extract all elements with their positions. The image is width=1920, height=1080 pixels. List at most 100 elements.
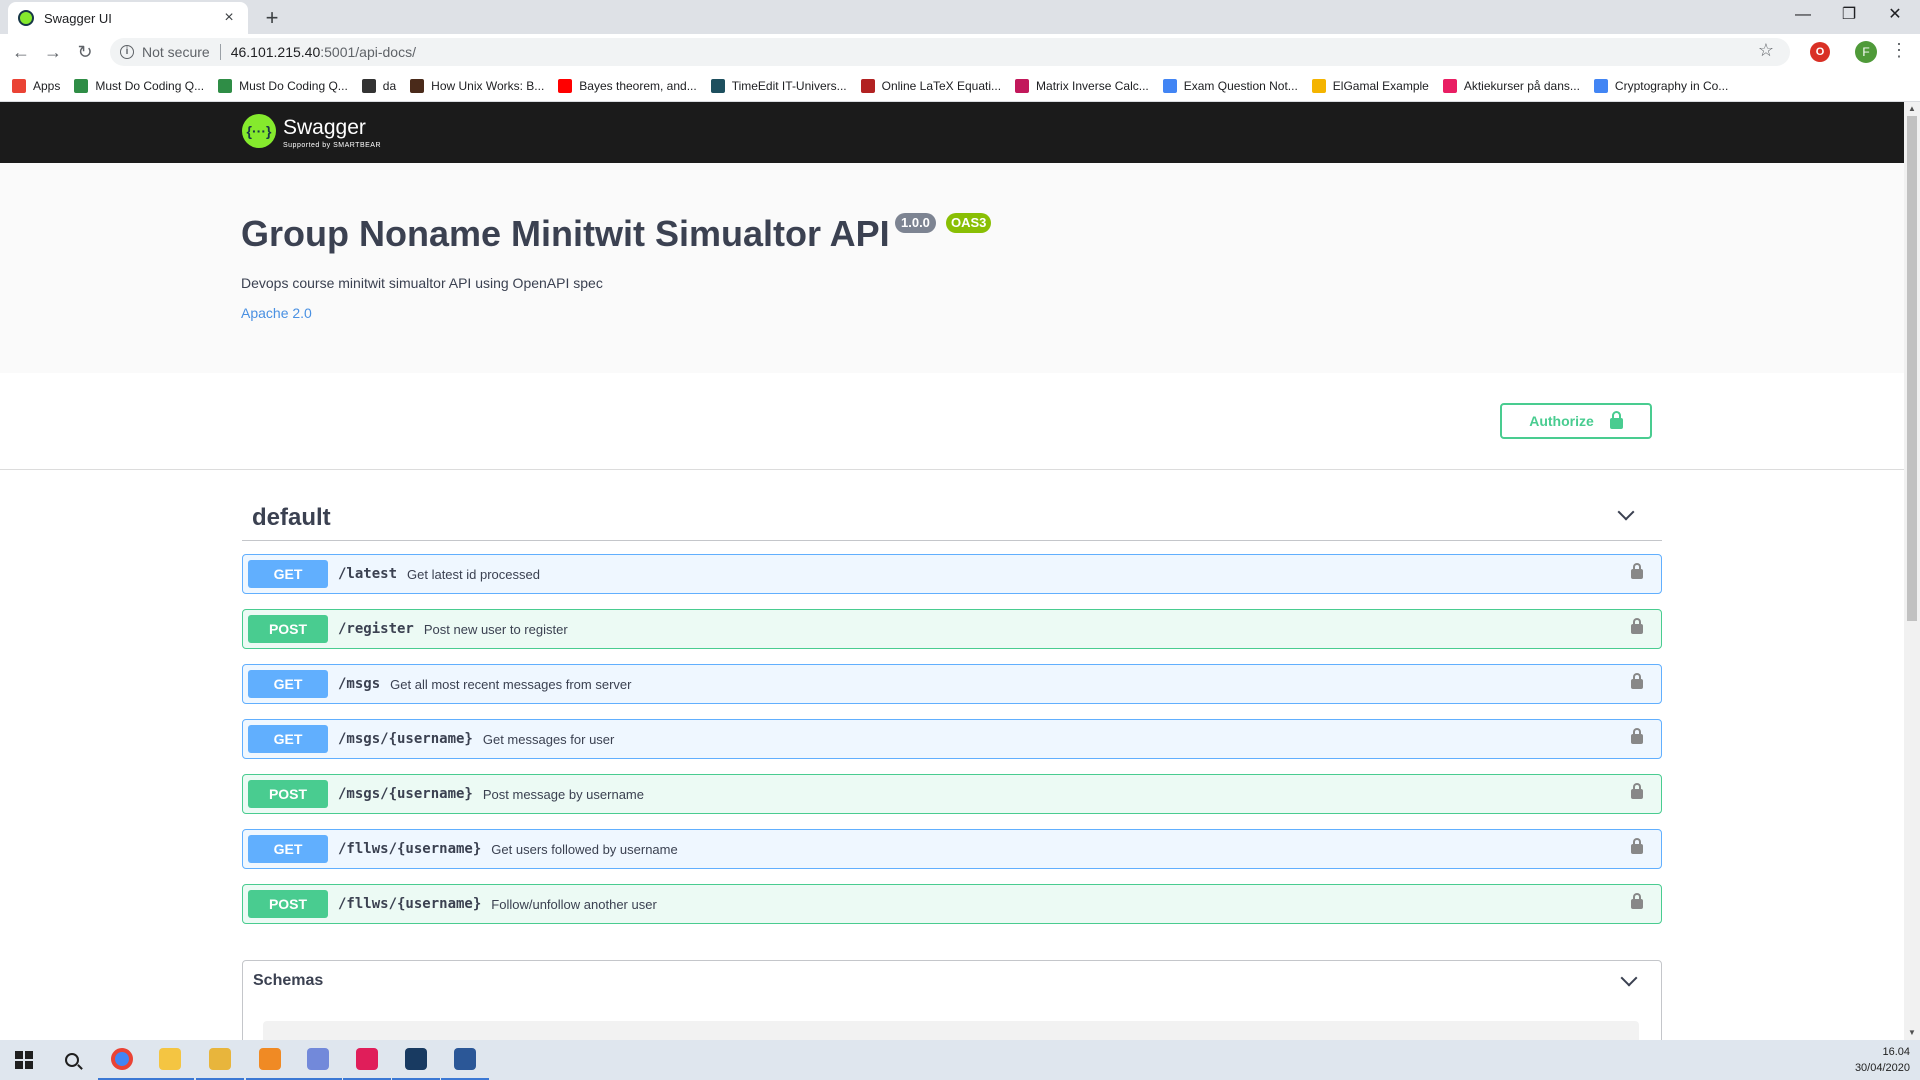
tag-name[interactable]: default xyxy=(252,504,331,532)
bookmark-item[interactable]: da xyxy=(361,78,396,93)
operation-post[interactable]: POST/fllws/{username} Follow/unfollow ano… xyxy=(242,884,1662,924)
lock-icon[interactable] xyxy=(1631,728,1643,744)
taskbar-discord[interactable] xyxy=(294,1040,342,1080)
taskbar-file-explorer[interactable] xyxy=(146,1040,194,1080)
url-host[interactable]: 46.101.215.40 xyxy=(231,44,321,60)
bookmark-label: Cryptography in Co... xyxy=(1614,78,1729,93)
divider xyxy=(219,44,221,60)
lock-icon[interactable] xyxy=(1631,893,1643,909)
apps-grid-icon xyxy=(12,78,26,93)
browser-tab[interactable]: Swagger UI × xyxy=(8,2,248,34)
browser-toolbar: ← → ↻ i Not secure 46.101.215.40 :5001/a… xyxy=(0,34,1920,70)
reload-button[interactable]: ↻ xyxy=(72,39,98,65)
swagger-brand[interactable]: Swagger xyxy=(283,116,366,140)
bookmark-star-icon[interactable]: ☆ xyxy=(1758,40,1774,61)
bookmark-item[interactable]: How Unix Works: B... xyxy=(410,78,545,93)
operation-get[interactable]: GET/fllws/{username} Get users followed b… xyxy=(242,829,1662,869)
chevron-down-icon[interactable] xyxy=(1620,969,1638,987)
schemas-title[interactable]: Schemas xyxy=(253,972,323,990)
scrollbar-thumb[interactable] xyxy=(1907,116,1917,621)
bookmark-item[interactable]: Must Do Coding Q... xyxy=(74,78,204,93)
bookmark-label: Exam Question Not... xyxy=(1183,78,1298,93)
method-badge: GET xyxy=(248,835,328,863)
bookmark-favicon-icon xyxy=(361,78,376,93)
taskbar-editor[interactable] xyxy=(441,1040,489,1080)
bookmark-item[interactable]: Matrix Inverse Calc... xyxy=(1015,78,1149,93)
bookmark-label: Apps xyxy=(33,78,61,93)
bookmark-favicon-icon xyxy=(558,78,573,93)
scroll-down-icon[interactable]: ▼ xyxy=(1908,1028,1916,1037)
bookmark-favicon-icon xyxy=(1015,78,1030,93)
schemas-section[interactable]: Schemas xyxy=(242,960,1662,1051)
virtualbox-icon xyxy=(405,1048,427,1070)
new-tab-button[interactable]: + xyxy=(258,4,286,32)
address-bar[interactable]: i Not secure 46.101.215.40 :5001/api-doc… xyxy=(110,38,1790,66)
bookmark-item[interactable]: ElGamal Example xyxy=(1311,78,1429,93)
method-badge: GET xyxy=(248,670,328,698)
operation-path: /register xyxy=(338,621,414,637)
system-clock[interactable]: 16.04 30/04/2020 xyxy=(1855,1044,1910,1076)
operation-summary: Get messages for user xyxy=(482,731,615,747)
browser-menu-icon[interactable]: ⋮ xyxy=(1890,40,1908,61)
bookmark-favicon-icon xyxy=(1442,78,1457,93)
bookmark-item[interactable]: Apps xyxy=(12,78,61,93)
taskbar-sourcetree[interactable] xyxy=(196,1040,244,1080)
license-link[interactable]: Apache 2.0 xyxy=(241,305,312,321)
taskbar-search-button[interactable] xyxy=(48,1040,96,1080)
tag-header-default[interactable]: default xyxy=(242,494,1662,541)
bookmark-item[interactable]: TimeEdit IT-Univers... xyxy=(710,78,847,93)
bookmark-item[interactable]: Aktiekurser på dans... xyxy=(1442,78,1580,93)
swagger-brand-sub: Supported by SMARTBEAR xyxy=(283,142,382,149)
bookmark-item[interactable]: Exam Question Not... xyxy=(1162,78,1298,93)
forward-button[interactable]: → xyxy=(40,39,66,65)
taskbar-virtualbox[interactable] xyxy=(392,1040,440,1080)
taskbar-slack[interactable] xyxy=(343,1040,391,1080)
chevron-down-icon[interactable] xyxy=(1617,503,1635,521)
minimize-button[interactable]: — xyxy=(1780,0,1826,30)
method-badge: GET xyxy=(248,725,328,753)
page-scrollbar[interactable]: ▲ ▼ xyxy=(1904,102,1920,1040)
bookmark-label: Online LaTeX Equati... xyxy=(881,78,1002,93)
profile-avatar[interactable]: F xyxy=(1855,41,1877,63)
restore-button[interactable]: ❐ xyxy=(1826,0,1872,30)
taskbar-chrome[interactable] xyxy=(98,1040,146,1080)
operation-post[interactable]: POST/msgs/{username} Post message by user… xyxy=(242,774,1662,814)
extension-icon[interactable]: O xyxy=(1810,42,1830,62)
bookmark-item[interactable]: Must Do Coding Q... xyxy=(218,78,348,93)
url-path[interactable]: :5001/api-docs/ xyxy=(320,44,416,60)
windows-logo-icon xyxy=(15,1051,33,1069)
operation-get[interactable]: GET/msgs Get all most recent messages fro… xyxy=(242,664,1662,704)
back-button[interactable]: ← xyxy=(8,39,34,65)
security-label[interactable]: Not secure xyxy=(142,44,210,60)
bookmark-item[interactable]: Cryptography in Co... xyxy=(1593,78,1729,93)
operation-path: /fllws/{username} xyxy=(338,841,482,857)
api-title: Group Noname Minitwit Simualtor API xyxy=(241,213,890,254)
authorize-button[interactable]: Authorize xyxy=(1500,403,1652,439)
operation-get[interactable]: GET/msgs/{username} Get messages for user xyxy=(242,719,1662,759)
bookmark-favicon-icon xyxy=(1593,78,1608,93)
bookmark-favicon-icon xyxy=(74,78,89,93)
lock-icon xyxy=(1609,410,1623,429)
search-icon xyxy=(65,1053,79,1067)
lock-icon[interactable] xyxy=(1631,618,1643,634)
swagger-logo-icon[interactable]: {···} xyxy=(242,114,276,148)
start-button[interactable] xyxy=(0,1040,48,1080)
close-window-button[interactable]: ✕ xyxy=(1872,0,1918,30)
close-tab-icon[interactable]: × xyxy=(220,9,238,27)
taskbar-sublime[interactable] xyxy=(246,1040,294,1080)
bookmark-item[interactable]: Bayes theorem, and... xyxy=(558,78,697,93)
scroll-up-icon[interactable]: ▲ xyxy=(1908,104,1916,113)
lock-icon[interactable] xyxy=(1631,838,1643,854)
bookmark-item[interactable]: Online LaTeX Equati... xyxy=(860,78,1002,93)
operations-section: default GET/latest Get latest id processe… xyxy=(0,470,1904,1051)
lock-icon[interactable] xyxy=(1631,783,1643,799)
slack-icon xyxy=(356,1048,378,1070)
lock-icon[interactable] xyxy=(1631,673,1643,689)
bookmark-label: How Unix Works: B... xyxy=(431,78,545,93)
lock-icon[interactable] xyxy=(1631,563,1643,579)
operation-post[interactable]: POST/register Post new user to register xyxy=(242,609,1662,649)
info-icon[interactable]: i xyxy=(120,45,134,59)
bookmark-favicon-icon xyxy=(860,78,875,93)
windows-taskbar: 16.04 30/04/2020 xyxy=(0,1040,1920,1080)
operation-get[interactable]: GET/latest Get latest id processed xyxy=(242,554,1662,594)
